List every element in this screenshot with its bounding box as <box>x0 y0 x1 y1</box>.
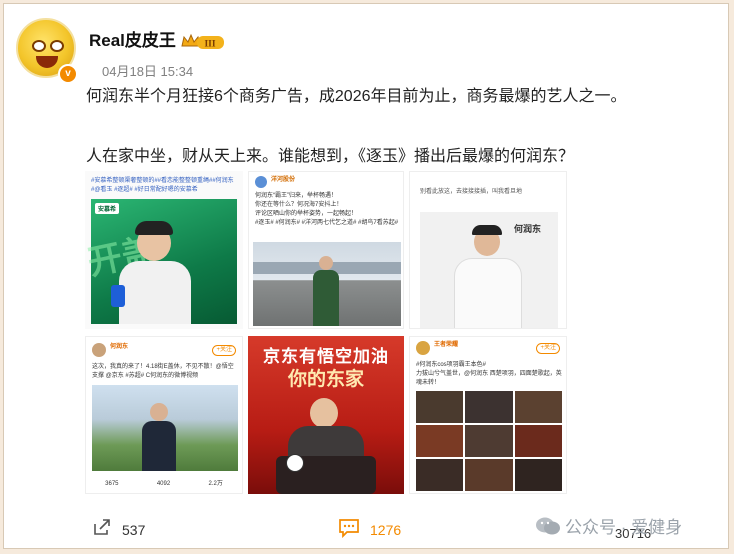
stat-like: 2.2万 <box>208 480 223 487</box>
grid-cell <box>465 391 513 423</box>
account-name: 何润东 <box>110 344 129 350</box>
post-text-line1: 何润东半个月狂接6个商务广告，成2026年目前为止，商务最爆的艺人之一。 <box>86 88 627 105</box>
person-head <box>310 398 338 428</box>
account-name: 洋河股份 <box>271 177 296 183</box>
image-caption: 何润东“霸王”归来，举杯畅遇！ 你还在等什么？何况海7安抖上！ 评论区晒山你的举… <box>255 193 399 226</box>
avatar-mouth <box>36 56 58 68</box>
follow-button[interactable]: +关注 <box>536 343 560 354</box>
ad-poster: 安慕希 开盖 <box>85 199 237 324</box>
grid-cell <box>416 425 464 457</box>
avatar-eye <box>50 40 64 52</box>
verified-icon: v <box>58 64 78 84</box>
photo-caption: 何润东 <box>514 224 542 234</box>
image-thumbnail[interactable]: 京东有悟空加油 你的东家 <box>248 336 404 494</box>
comment-count[interactable]: 1276 <box>370 522 401 538</box>
grid-cell <box>465 459 513 491</box>
person-body <box>454 258 522 328</box>
brand-logo: 安慕希 <box>95 203 120 214</box>
stat-share: 3675 <box>105 480 119 487</box>
account-avatar <box>255 176 267 188</box>
image-thumbnail[interactable]: 别看此放这，去接接接插，叫我看旦地 何润东 <box>409 171 567 329</box>
post-text-line2: 人在家中坐，财从天上来。谁能想到，《逐玉》播出后最爆的何润东？ <box>86 148 575 165</box>
grid-cell <box>514 391 562 423</box>
follow-button[interactable]: +关注 <box>212 345 236 356</box>
image-caption: 别看此放这，去接接接插，叫我看旦地 <box>420 189 523 195</box>
person-body <box>313 270 339 326</box>
watermark-text: 公众号 · 爱健身 <box>565 518 683 537</box>
vip-crown-icon: III <box>181 33 224 50</box>
person-head <box>150 403 168 421</box>
person-head <box>319 256 333 270</box>
product-bottle <box>111 285 125 307</box>
person-body <box>142 421 176 471</box>
image-caption: #安慕希整顿渠奢整顿的##看恋能整整顿重绳##何润东#@看玉 #逐超# #好日常… <box>91 178 234 193</box>
grid-cell <box>416 459 464 491</box>
image-grid <box>416 391 562 491</box>
image-thumbnail[interactable]: 洋河股份 何润东“霸王”归来，举杯畅遇！ 你还在等什么？何况海7安抖上！ 评论区… <box>248 171 404 329</box>
stat-comment: 4092 <box>156 480 171 487</box>
avatar-eye <box>32 40 46 52</box>
account-avatar <box>92 343 106 357</box>
watermark: 公众号 · 爱健身 <box>535 513 682 538</box>
grid-cell <box>416 391 464 423</box>
vip-level: III <box>204 40 215 50</box>
person-body <box>119 261 191 324</box>
image-thumbnail[interactable]: 王者荣耀 +关注 #何润东cos项羽霸王本色# 力拔山兮气盖世，@何润东 西楚项… <box>409 336 567 494</box>
account-name: 王者荣耀 <box>434 342 459 348</box>
photo-portrait: 何润东 <box>420 212 558 328</box>
person-hair <box>135 221 173 235</box>
poster-subheadline: 你的东家 <box>287 369 364 390</box>
grid-cell <box>465 425 513 457</box>
image-caption: 这次，我真的来了！4.18街E盖休，不见不散！@悟空支撑 @京东 #苏超# C何… <box>92 364 234 379</box>
share-count[interactable]: 537 <box>122 522 145 538</box>
comment-icon[interactable] <box>338 518 360 538</box>
grid-cell <box>514 425 562 457</box>
account-avatar <box>416 341 430 355</box>
image-thumbnail[interactable]: 何润东 +关注 这次，我真的来了！4.18街E盖休，不见不散！@悟空支撑 @京东… <box>85 336 243 494</box>
image-thumbnail[interactable]: #安慕希整顿渠奢整顿的##看恋能整整顿重绳##何润东#@看玉 #逐超# #好日常… <box>85 171 243 329</box>
image-caption: #何润东cos项羽霸王本色# 力拔山兮气盖世，@何润东 西楚项羽，四面楚歌起，英… <box>416 362 562 386</box>
share-icon[interactable] <box>92 517 112 537</box>
football <box>286 454 304 472</box>
post-timestamp[interactable]: 04月18日 15:34 <box>102 61 193 80</box>
person-hair <box>472 225 502 235</box>
grid-cell <box>514 459 562 491</box>
photo-lakeside <box>253 242 401 326</box>
video-preview[interactable] <box>92 385 238 471</box>
post-card: v Real皮皮王 III 04月18日 15:34 何润东半个月狂接6个商务广… <box>3 3 729 549</box>
post-stats: 3675 4092 2.2万 <box>86 475 242 493</box>
username[interactable]: Real皮皮王 <box>89 26 176 51</box>
wechat-icon <box>536 517 560 535</box>
